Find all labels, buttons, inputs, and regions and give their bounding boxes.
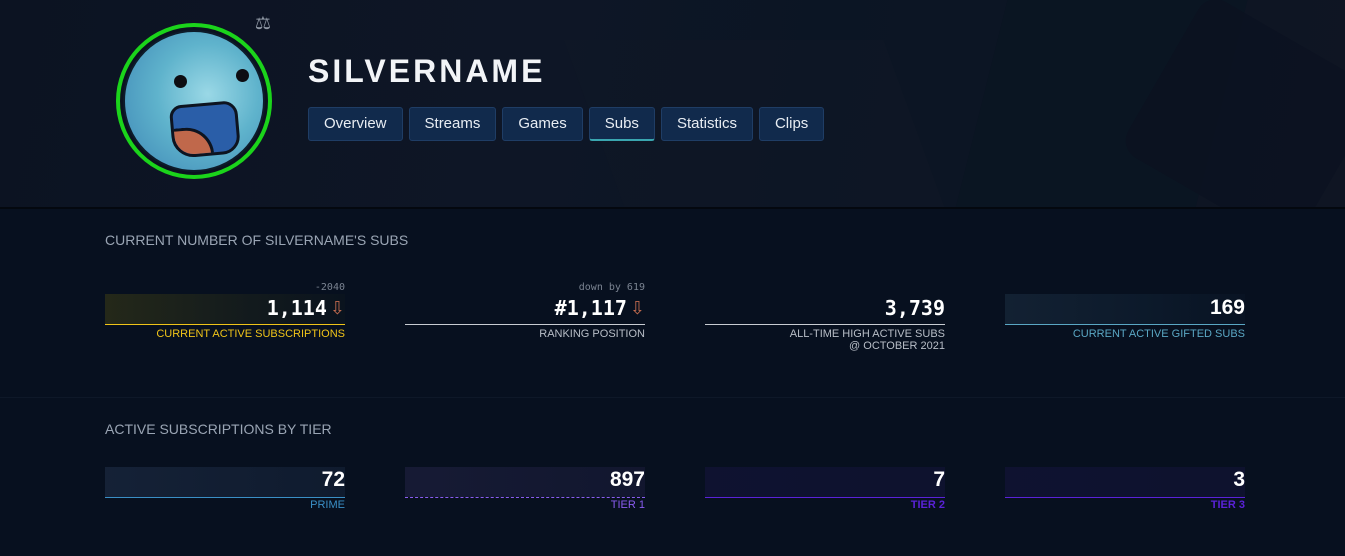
stat-value: #1,117 (554, 296, 627, 320)
section-title-current-subs: CURRENT NUMBER OF SILVERNAME'S SUBS (105, 232, 409, 248)
tier-underline (705, 497, 945, 498)
section-divider (0, 397, 1345, 398)
arrow-down-icon: ⇩ (629, 297, 645, 319)
tier-bar (705, 467, 945, 497)
stat-label: ALL-TIME HIGH ACTIVE SUBS (789, 328, 945, 340)
tier-value: 7 (933, 468, 945, 491)
avatar-mouth (168, 100, 242, 159)
avatar-image (123, 30, 265, 172)
tab-games[interactable]: Games (502, 107, 583, 141)
tier-label: PRIME (310, 499, 345, 511)
tab-statistics[interactable]: Statistics (660, 107, 753, 141)
stat-delta: down by 619 (578, 282, 645, 293)
avatar[interactable] (116, 23, 272, 179)
tier-underline (1005, 497, 1245, 498)
tier-label: TIER 2 (910, 499, 945, 511)
tier-value: 3 (1233, 468, 1245, 491)
stat-value: 169 (1209, 296, 1245, 319)
stat-value-wrap: #1,117 ⇩ (555, 296, 645, 320)
stat-label: CURRENT ACTIVE GIFTED SUBS (1072, 328, 1245, 340)
avatar-eye (236, 69, 249, 82)
tier-bar (105, 467, 345, 497)
tier-bar (1005, 467, 1245, 497)
tier-underline (405, 497, 645, 498)
tier-underline (105, 497, 345, 498)
stat-sublabel: @ OCTOBER 2021 (849, 340, 945, 352)
stat-label: CURRENT ACTIVE SUBSCRIPTIONS (156, 328, 345, 340)
stat-underline (1005, 324, 1245, 325)
tab-overview[interactable]: Overview (308, 107, 403, 141)
stat-underline (405, 324, 645, 325)
tier-value: 897 (609, 468, 645, 491)
stat-underline (705, 324, 945, 325)
stat-label: RANKING POSITION (539, 328, 645, 340)
stat-value: 1,114 (266, 296, 327, 320)
tier-label: TIER 1 (610, 499, 645, 511)
tab-streams[interactable]: Streams (408, 107, 497, 141)
stat-underline (105, 324, 345, 325)
channel-header: ⚖ SILVERNAME Overview Streams Games Subs… (0, 0, 1345, 209)
arrow-down-icon: ⇩ (329, 297, 345, 319)
channel-name: SILVERNAME (308, 53, 546, 89)
stat-delta: -2040 (314, 282, 345, 293)
tier-value: 72 (321, 468, 345, 491)
section-title-by-tier: ACTIVE SUBSCRIPTIONS BY TIER (105, 421, 332, 437)
tier-label: TIER 3 (1210, 499, 1245, 511)
avatar-eye (174, 75, 187, 88)
stat-value: 3,739 (884, 296, 945, 320)
tab-subs[interactable]: Subs (588, 107, 655, 141)
scale-icon: ⚖ (254, 13, 272, 33)
tab-clips[interactable]: Clips (758, 107, 825, 141)
channel-tabs: Overview Streams Games Subs Statistics C… (308, 107, 825, 141)
stat-value-wrap: 1,114 ⇩ (267, 296, 345, 320)
stat-label-wrap: ALL-TIME HIGH ACTIVE SUBS @ OCTOBER 2021 (790, 328, 945, 352)
